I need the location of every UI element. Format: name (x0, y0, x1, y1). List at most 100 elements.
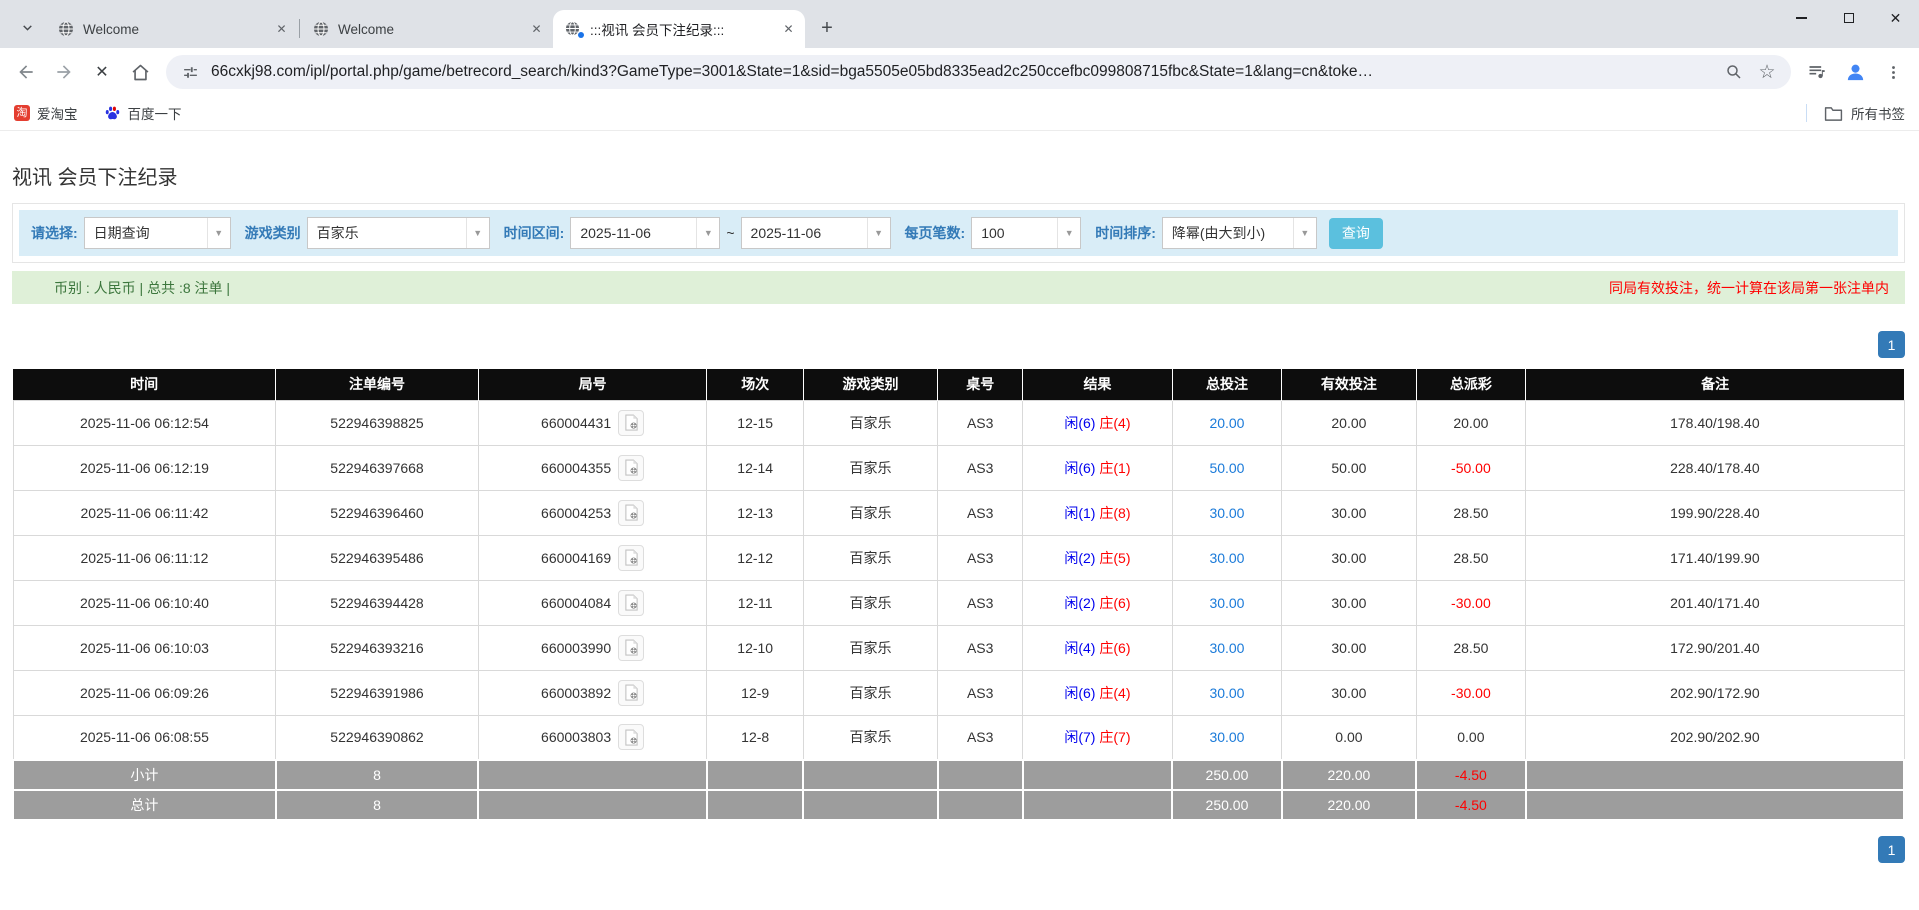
cell-time: 2025-11-06 06:10:40 (13, 580, 276, 625)
date-range-label: 时间区间: (504, 223, 565, 243)
total-bet-link[interactable]: 30.00 (1209, 550, 1244, 566)
video-replay-button[interactable] (618, 455, 644, 481)
video-replay-button[interactable] (618, 680, 644, 706)
window-maximize-button[interactable] (1825, 0, 1872, 36)
profile-avatar-button[interactable] (1837, 54, 1873, 90)
tab-search-button[interactable] (12, 12, 42, 42)
cell-result: 闲(2) 庄(6) (1023, 580, 1172, 625)
bookmark-item-aitaobao[interactable]: 淘 爱淘宝 (14, 103, 78, 123)
media-controls-button[interactable] (1799, 54, 1835, 90)
back-button[interactable] (8, 54, 44, 90)
minimize-icon (1796, 17, 1807, 18)
window-close-button[interactable]: ✕ (1872, 0, 1919, 36)
total-bet-link[interactable]: 30.00 (1209, 729, 1244, 745)
home-button[interactable] (122, 54, 158, 90)
total-bet-link[interactable]: 30.00 (1209, 595, 1244, 611)
browser-tab-2[interactable]: Welcome ✕ (301, 10, 553, 48)
search-button[interactable]: 查询 (1329, 218, 1383, 249)
summary-row: 小计8250.00220.00-4.50 (13, 760, 1904, 790)
tab-close-icon[interactable]: ✕ (528, 21, 545, 38)
video-replay-button[interactable] (618, 410, 644, 436)
cell-result: 闲(1) 庄(8) (1023, 490, 1172, 535)
browser-menu-button[interactable] (1875, 54, 1911, 90)
total-bet-link[interactable]: 20.00 (1209, 415, 1244, 431)
cell-round-no: 660004084 (478, 580, 707, 625)
bet-table-body: 2025-11-06 06:12:54522946398825660004431… (13, 400, 1904, 820)
chevron-down-icon[interactable]: ▼ (1293, 218, 1316, 248)
query-type-select[interactable]: 日期查询 ▼ (84, 217, 231, 249)
chevron-down-icon[interactable]: ▼ (867, 218, 890, 248)
column-header: 备注 (1526, 369, 1904, 400)
cell-total-bet: 30.00 (1172, 535, 1282, 580)
kebab-menu-icon (1885, 64, 1902, 81)
column-header: 总派彩 (1416, 369, 1526, 400)
date-to-select[interactable]: 2025-11-06 ▼ (741, 217, 891, 249)
bookmark-label: 百度一下 (128, 103, 182, 123)
folder-icon (1824, 105, 1843, 121)
page-size-select[interactable]: 100 ▼ (971, 217, 1081, 249)
window-controls: ✕ (1778, 0, 1919, 36)
filter-bar: 请选择: 日期查询 ▼ 游戏类别 百家乐 ▼ 时间区间: 2025-11-06 … (19, 210, 1898, 256)
cell-time: 2025-11-06 06:12:54 (13, 400, 276, 445)
arrow-back-icon (16, 62, 36, 82)
cell-total-bet: 30.00 (1172, 625, 1282, 670)
cell-game-type: 百家乐 (803, 535, 937, 580)
cell-table-no: AS3 (938, 625, 1023, 670)
cell-round-no: 660004355 (478, 445, 707, 490)
cell-session: 12-13 (707, 490, 803, 535)
stop-loading-button[interactable]: ✕ (84, 54, 120, 90)
page-1-button[interactable]: 1 (1878, 331, 1905, 358)
game-type-select[interactable]: 百家乐 ▼ (307, 217, 490, 249)
tab-close-icon[interactable]: ✕ (273, 21, 290, 38)
url-address-bar[interactable]: 66cxkj98.com/ipl/portal.php/game/betreco… (166, 55, 1791, 89)
time-sort-select[interactable]: 降幂(由大到小) ▼ (1162, 217, 1317, 249)
forward-button[interactable] (46, 54, 82, 90)
chevron-down-icon[interactable]: ▼ (466, 218, 489, 248)
cell-table-no: AS3 (938, 580, 1023, 625)
video-replay-button[interactable] (618, 500, 644, 526)
bookmark-item-baidu[interactable]: 百度一下 (104, 103, 182, 123)
cell-time: 2025-11-06 06:10:03 (13, 625, 276, 670)
all-bookmarks-button[interactable]: 所有书签 (1824, 103, 1905, 123)
cell-session: 12-12 (707, 535, 803, 580)
close-icon: ✕ (1890, 11, 1902, 25)
baidu-paw-icon (104, 105, 121, 122)
column-header: 有效投注 (1282, 369, 1416, 400)
total-bet-link[interactable]: 30.00 (1209, 685, 1244, 701)
cell-result: 闲(7) 庄(7) (1023, 715, 1172, 760)
tab-close-icon[interactable]: ✕ (780, 21, 797, 38)
total-bet-link[interactable]: 30.00 (1209, 640, 1244, 656)
cell-remark: 201.40/171.40 (1526, 580, 1904, 625)
cell-valid-bet: 20.00 (1282, 400, 1416, 445)
site-info-icon[interactable] (178, 60, 202, 84)
video-replay-button[interactable] (618, 545, 644, 571)
cell-session: 12-10 (707, 625, 803, 670)
video-replay-button[interactable] (618, 724, 644, 750)
total-bet-link[interactable]: 50.00 (1209, 460, 1244, 476)
zoom-icon[interactable] (1722, 60, 1746, 84)
new-tab-button[interactable]: + (813, 14, 841, 42)
tab-title: Welcome (338, 22, 528, 37)
chevron-down-icon[interactable]: ▼ (1057, 218, 1080, 248)
cell-table-no: AS3 (938, 715, 1023, 760)
video-replay-button[interactable] (618, 635, 644, 661)
browser-tab-active[interactable]: :::视讯 会员下注纪录::: ✕ (553, 10, 805, 48)
cell-table-no: AS3 (938, 535, 1023, 580)
date-from-select[interactable]: 2025-11-06 ▼ (570, 217, 720, 249)
pagination-top: 1 (12, 331, 1905, 358)
cell-session: 12-15 (707, 400, 803, 445)
total-bet-link[interactable]: 30.00 (1209, 505, 1244, 521)
page-1-button[interactable]: 1 (1878, 836, 1905, 863)
bookmark-star-icon[interactable]: ☆ (1755, 60, 1779, 84)
cell-payout: 28.50 (1416, 490, 1526, 535)
video-replay-button[interactable] (618, 590, 644, 616)
cell-valid-bet: 30.00 (1282, 490, 1416, 535)
cell-valid-bet: 50.00 (1282, 445, 1416, 490)
globe-favicon-icon (58, 21, 74, 37)
chevron-down-icon[interactable]: ▼ (696, 218, 719, 248)
browser-tab-1[interactable]: Welcome ✕ (46, 10, 298, 48)
window-minimize-button[interactable] (1778, 0, 1825, 36)
chevron-down-icon[interactable]: ▼ (207, 218, 230, 248)
cell-total-bet: 30.00 (1172, 580, 1282, 625)
cell-result: 闲(2) 庄(5) (1023, 535, 1172, 580)
